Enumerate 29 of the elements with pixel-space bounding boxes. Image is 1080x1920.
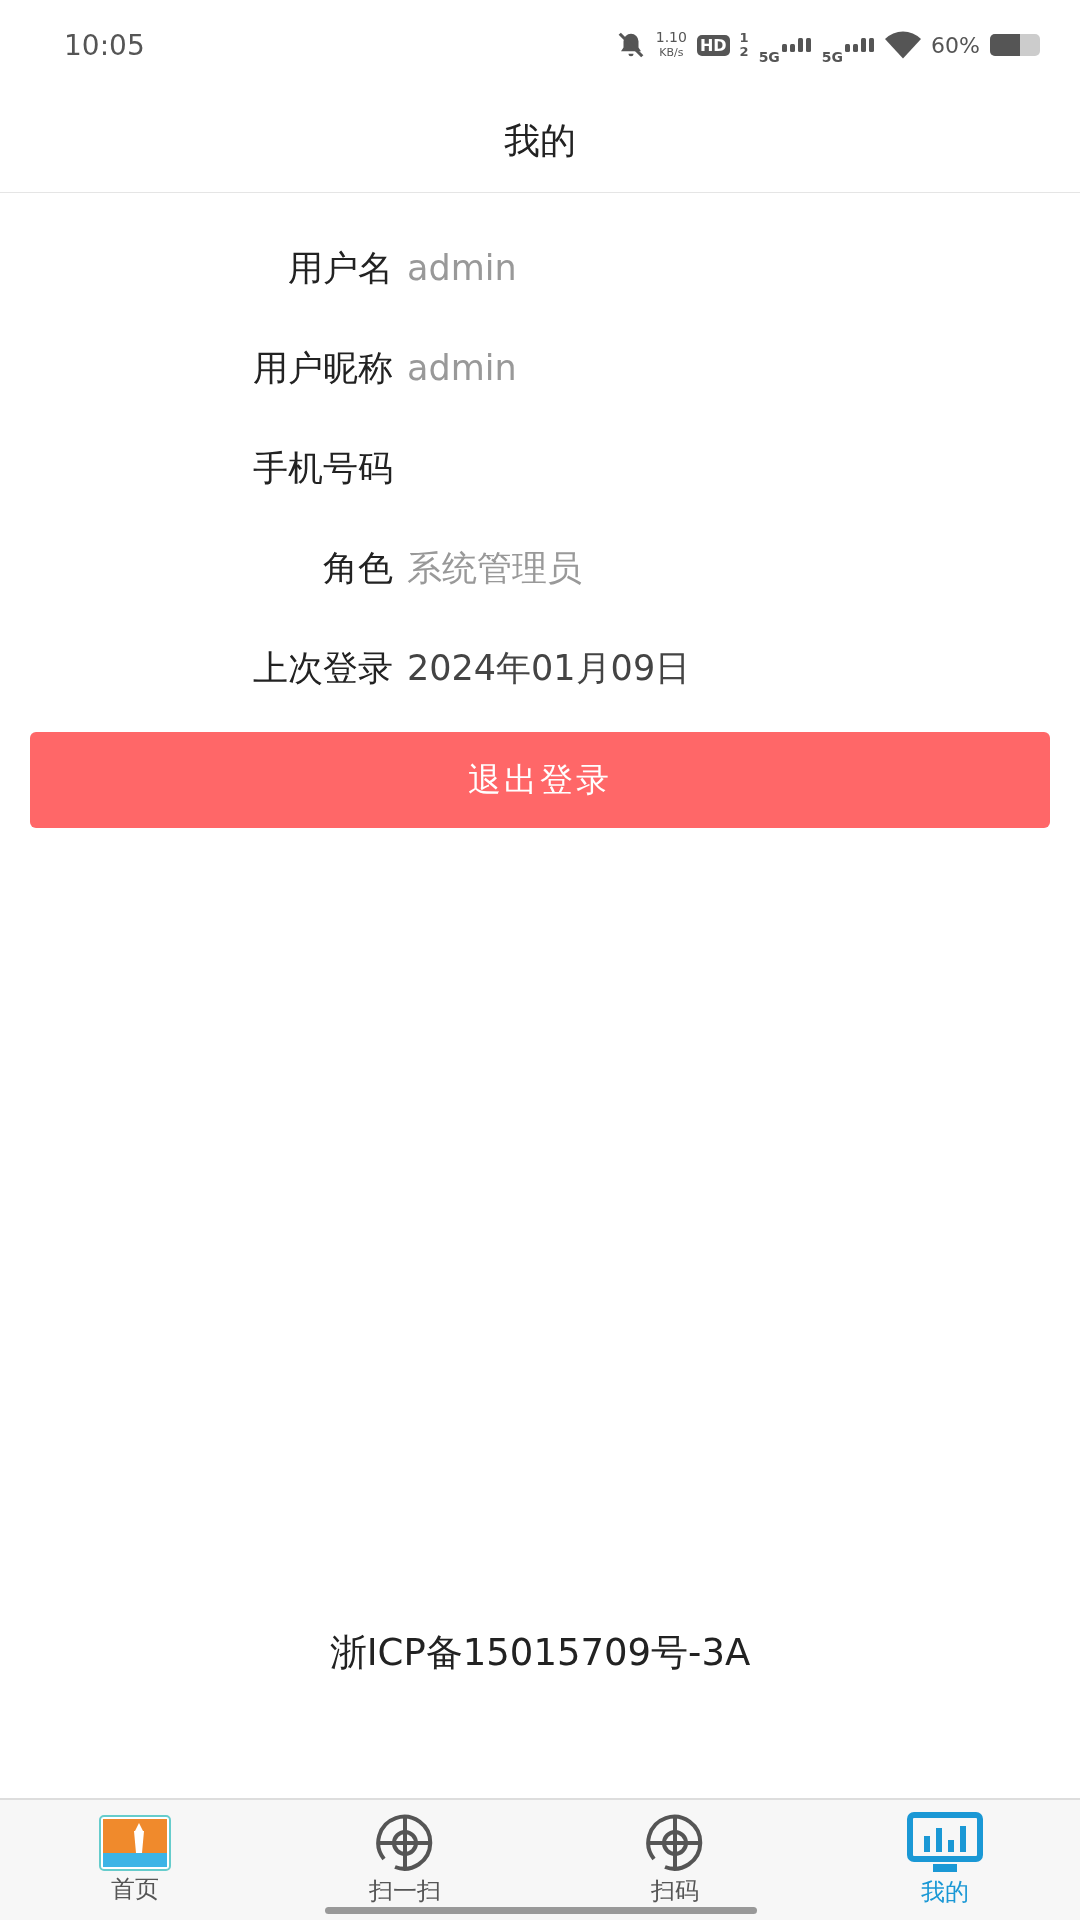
field-label: 角色 <box>322 546 394 590</box>
tab[interactable]: 首页 <box>0 1800 270 1920</box>
network-label: 5G <box>821 49 844 65</box>
icp-text: 浙ICP备15015709号-3A <box>329 1630 751 1676</box>
field-value: 2024年01月09日 <box>407 646 691 690</box>
field-value: admin <box>407 348 517 388</box>
wifi-icon <box>885 31 922 59</box>
app-logo-icon <box>99 1815 171 1871</box>
sim-number: 1 <box>739 31 749 45</box>
field-label: 手机号码 <box>252 446 394 490</box>
field-label: 用户昵称 <box>252 346 394 390</box>
battery-icon <box>990 34 1040 56</box>
tab[interactable]: 扫码 <box>540 1800 810 1920</box>
network-label: 5G <box>758 49 780 65</box>
status-time: 10:05 <box>64 28 145 62</box>
field-value: admin <box>407 248 517 288</box>
page-title: 我的 <box>504 118 576 163</box>
field-value: 系统管理员 <box>407 546 582 590</box>
field-label: 用户名 <box>287 246 394 290</box>
field-label: 上次登录 <box>252 646 394 690</box>
hd-badge: HD <box>696 34 730 56</box>
sim-number: 2 <box>739 45 749 59</box>
signal-icon <box>781 38 812 52</box>
tab[interactable]: 扫一扫 <box>270 1800 540 1920</box>
battery-percent: 60% <box>931 32 980 58</box>
speed-unit: KB/s <box>659 45 684 60</box>
network-speed: 1.10 <box>655 30 687 45</box>
chart-icon <box>907 1812 983 1874</box>
signal-icon <box>845 38 876 52</box>
